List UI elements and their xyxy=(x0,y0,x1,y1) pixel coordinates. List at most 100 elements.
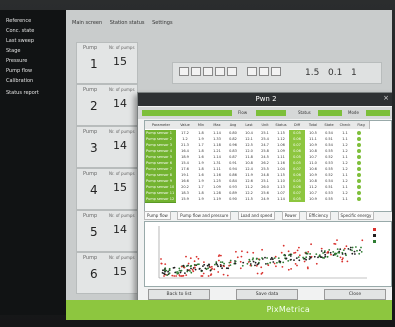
column-header[interactable]: Max xyxy=(209,121,226,129)
sidebar-item-reference[interactable]: Reference xyxy=(6,18,31,24)
column-header[interactable]: Unit xyxy=(257,121,274,129)
sidebar-item-pressure[interactable]: Pressure xyxy=(6,58,27,64)
column-header[interactable]: Flag xyxy=(353,121,370,129)
chart-point xyxy=(298,259,301,262)
chart-point xyxy=(336,248,339,250)
chart-point xyxy=(266,257,268,259)
chart-point xyxy=(184,272,186,274)
tab-efficiency[interactable]: Efficiency xyxy=(305,211,332,220)
column-header[interactable]: Check xyxy=(337,121,354,129)
pump-card[interactable]: Pump 4 Nr. of pumps 15 xyxy=(76,168,138,210)
chart-point xyxy=(163,275,165,277)
chart-point xyxy=(273,262,276,265)
chart-point xyxy=(217,271,220,273)
toolbar-button[interactable] xyxy=(191,67,201,76)
pump-card[interactable]: Pump 1 Nr. of pumps 15 xyxy=(76,42,138,84)
table-cell: 24.9 xyxy=(261,197,269,201)
pump-value: 15 xyxy=(113,181,127,194)
chart-point xyxy=(341,260,344,263)
chart-point xyxy=(267,264,270,267)
chart-point xyxy=(185,274,188,276)
chart-svg xyxy=(158,226,376,279)
sidebar-item-conc-state[interactable]: Conc. state xyxy=(6,28,34,34)
sidebar-item-last-sweep[interactable]: Last sweep xyxy=(6,38,34,44)
toolbar-value: 0.1 xyxy=(328,68,343,78)
close-icon[interactable]: × xyxy=(383,94,389,102)
chart-point xyxy=(162,269,164,272)
close-button[interactable]: Close xyxy=(324,289,386,300)
status-bar xyxy=(142,110,232,116)
chart-point xyxy=(294,251,297,254)
column-header[interactable]: Value xyxy=(177,121,194,129)
table-cell: 15.9 xyxy=(181,197,189,201)
chart-point xyxy=(180,275,183,277)
tab-settings[interactable]: Settings xyxy=(152,20,173,26)
chart-point xyxy=(239,260,242,263)
chart-point xyxy=(313,255,316,258)
chart-point xyxy=(247,261,250,263)
pump-label: Pump xyxy=(83,171,98,177)
column-header[interactable]: Status xyxy=(273,121,290,129)
status-dot-icon xyxy=(357,143,361,147)
chart-point xyxy=(293,259,295,261)
chart-point xyxy=(334,253,336,256)
column-header[interactable]: Avg xyxy=(225,121,242,129)
chart-point xyxy=(210,273,213,275)
sidebar-item-stage[interactable]: Stage xyxy=(6,48,20,54)
sidebar-item-status-report[interactable]: Status report xyxy=(6,90,39,96)
tab-main-screen[interactable]: Main screen xyxy=(72,20,102,26)
chart-point xyxy=(160,258,162,260)
chart-point xyxy=(240,255,243,258)
chart-point xyxy=(323,251,326,254)
pump-card[interactable]: Pump 2 Nr. of pumps 14 xyxy=(76,84,138,126)
pump-card[interactable]: Pump 6 Nr. of pumps 15 xyxy=(76,252,138,294)
chart-point xyxy=(351,249,353,252)
table-cell: 1.9 xyxy=(198,197,204,201)
toolbar-button[interactable] xyxy=(247,67,257,76)
chart-point xyxy=(214,263,216,266)
table-cell: 0.90 xyxy=(229,197,237,201)
column-header[interactable]: Min xyxy=(193,121,210,129)
column-header[interactable]: Parameter xyxy=(145,121,178,129)
column-header[interactable]: Total xyxy=(305,121,322,129)
chart-point xyxy=(211,267,213,270)
chart-point xyxy=(276,261,278,264)
tab-power[interactable]: Power xyxy=(281,211,300,220)
chart-point xyxy=(242,261,245,264)
row-label[interactable]: Pump sensor 12 xyxy=(145,196,176,203)
toolbar-button[interactable] xyxy=(215,67,225,76)
chart-point xyxy=(223,265,225,268)
save-button[interactable]: Save data xyxy=(236,289,298,300)
back-button[interactable]: Back to list xyxy=(148,289,210,300)
tab-pump-flow[interactable]: Pump flow xyxy=(144,211,171,220)
toolbar-button[interactable] xyxy=(179,67,189,76)
chart-point xyxy=(217,265,219,268)
toolbar-button[interactable] xyxy=(259,67,269,76)
pump-card[interactable]: Pump 5 Nr. of pumps 14 xyxy=(76,210,138,252)
column-header[interactable]: State xyxy=(321,121,338,129)
chart-point xyxy=(180,269,183,272)
toolbar-button[interactable] xyxy=(227,67,237,76)
pump-card[interactable]: Pump 3 Nr. of pumps 14 xyxy=(76,126,138,168)
chart-point xyxy=(200,269,203,272)
tab-flow-pressure[interactable]: Pump flow and pressure xyxy=(177,211,232,220)
tab-load-speed[interactable]: Load and speed xyxy=(237,211,276,220)
chart-point xyxy=(345,245,348,248)
chart-point xyxy=(216,263,218,266)
tab-station-status[interactable]: Station status xyxy=(110,20,145,26)
chart-point xyxy=(161,272,164,274)
sidebar-item-pump-flow[interactable]: Pump flow xyxy=(6,68,32,74)
chart-point xyxy=(342,257,344,259)
chart-point xyxy=(192,270,195,273)
column-header[interactable]: Last xyxy=(241,121,258,129)
sidebar-item-calibration[interactable]: Calibration xyxy=(6,78,33,84)
toolbar-button[interactable] xyxy=(271,67,281,76)
chart-point xyxy=(361,239,364,242)
pump-head: Nr. of pumps xyxy=(109,45,135,50)
tab-specific-energy[interactable]: Specific energy xyxy=(337,211,375,220)
chart-point xyxy=(353,250,356,253)
chart-point xyxy=(298,246,300,249)
column-header[interactable]: Diff xyxy=(289,121,306,129)
pump-head: Nr. of pumps xyxy=(109,171,135,176)
toolbar-button[interactable] xyxy=(203,67,213,76)
